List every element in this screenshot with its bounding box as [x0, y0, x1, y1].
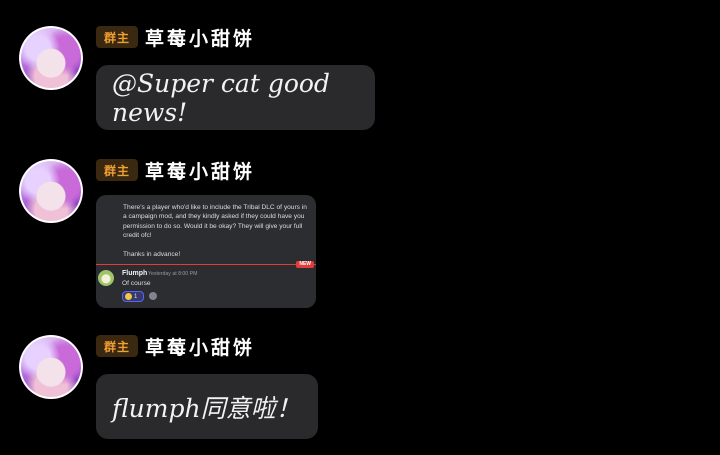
reaction-count: 1	[134, 293, 138, 300]
owner-badge: 群主	[96, 335, 138, 357]
new-tag: NEW	[296, 261, 314, 268]
new-messages-divider	[96, 264, 316, 265]
username[interactable]: 草莓小甜饼	[145, 157, 255, 184]
reply-author: Flumph	[122, 270, 148, 277]
quoted-message-body: There's a player who'd like to include t…	[123, 204, 307, 240]
username[interactable]: 草莓小甜饼	[145, 24, 255, 51]
message-bubble[interactable]: flumph同意啦！	[96, 374, 318, 439]
reply-text: Of course	[122, 280, 151, 287]
image-message[interactable]: There's a player who'd like to include t…	[96, 195, 316, 308]
reply-avatar	[98, 270, 114, 286]
add-reaction-icon	[149, 292, 157, 300]
reaction-chip: 1	[122, 291, 144, 302]
message-text: flumph同意啦！	[112, 393, 301, 423]
user-avatar[interactable]	[19, 335, 83, 399]
user-avatar[interactable]	[19, 159, 83, 223]
reply-timestamp: Yesterday at 8:00 PM	[148, 271, 198, 277]
owner-badge: 群主	[96, 159, 138, 181]
owner-badge: 群主	[96, 26, 138, 48]
quoted-message-thanks: Thanks in advance!	[123, 250, 181, 258]
user-avatar[interactable]	[19, 26, 83, 90]
quoted-message: There's a player who'd like to include t…	[123, 203, 311, 259]
username[interactable]: 草莓小甜饼	[145, 333, 255, 360]
message-bubble[interactable]: @Super cat good news!	[96, 65, 375, 130]
smile-emoji-icon	[125, 293, 132, 300]
message-text: @Super cat good news!	[112, 68, 330, 127]
